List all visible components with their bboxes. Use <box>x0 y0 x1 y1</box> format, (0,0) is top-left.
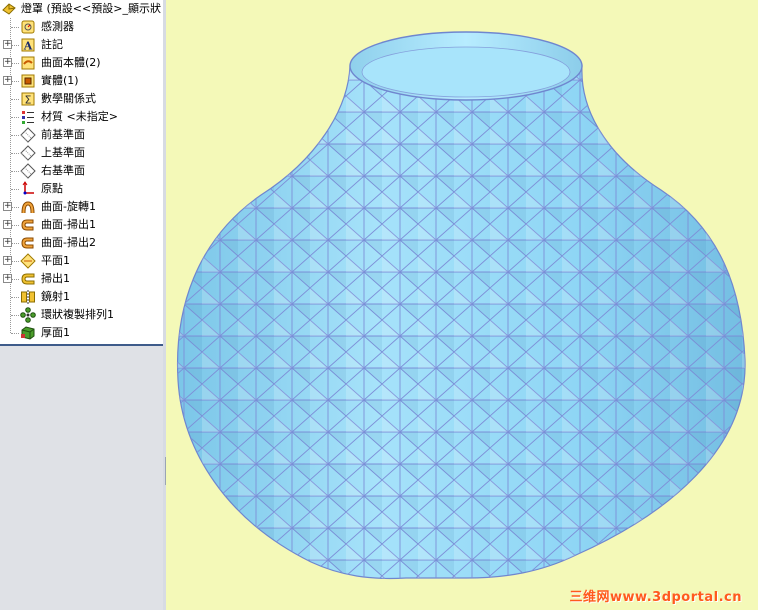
surface-revolve-icon <box>20 199 36 215</box>
vase-inner-wall <box>361 46 571 98</box>
tree-branch-line <box>11 207 19 208</box>
surface-sweep-icon <box>20 217 36 233</box>
tree-item-label: 曲面-掃出1 <box>41 218 96 231</box>
tree-branch-line <box>11 171 19 172</box>
vase-model <box>176 31 746 580</box>
tree-item-label: 原點 <box>41 182 63 195</box>
tree-branch-line <box>11 261 19 262</box>
tree-branch-line <box>11 45 19 46</box>
tree-item-label: 厚面1 <box>41 326 70 339</box>
tree-item[interactable]: 上基準面 <box>0 144 163 162</box>
tree-item[interactable]: 厚面1 <box>0 324 163 342</box>
tree-branch-line <box>11 315 19 316</box>
tree-empty-area <box>0 344 163 610</box>
plane-icon <box>20 163 36 179</box>
tree-item[interactable]: 鏡射1 <box>0 288 163 306</box>
tree-root-part[interactable]: 燈罩 (預設<<預設>_顯示狀 <box>0 0 163 18</box>
svg-text:A: A <box>23 40 33 53</box>
surface-bodies-icon <box>20 55 36 71</box>
tree-item[interactable]: + 實體(1) <box>0 72 163 90</box>
tree-item-label: 感測器 <box>41 20 74 33</box>
circular-pattern-icon <box>20 307 36 323</box>
vase-facet-pattern <box>177 66 746 579</box>
solid-bodies-icon <box>20 73 36 89</box>
feature-manager-tree: 燈罩 (預設<<預設>_顯示狀感測器 + A 註記 + 曲面本體(2) + 實體(1) Σ 數學關… <box>0 0 164 610</box>
tree-item[interactable]: + 曲面-旋轉1 <box>0 198 163 216</box>
expand-toggle-icon[interactable]: + <box>3 238 12 247</box>
tree-item-label: 實體(1) <box>41 74 79 87</box>
tree-item-label: 數學關係式 <box>41 92 96 105</box>
part-icon <box>1 1 17 17</box>
tree-branch-line <box>11 333 19 334</box>
tree-branch-line <box>11 279 19 280</box>
plane-feature-icon <box>20 253 36 269</box>
tree-branch-line <box>11 81 19 82</box>
tree-item-label: 環狀複製排列1 <box>41 308 114 321</box>
tree-item[interactable]: 原點 <box>0 180 163 198</box>
tree-branch-line <box>11 297 19 298</box>
sensor-icon <box>20 19 36 35</box>
tree-item[interactable]: + 曲面-掃出1 <box>0 216 163 234</box>
tree-item[interactable]: 環狀複製排列1 <box>0 306 163 324</box>
tree-item[interactable]: 右基準面 <box>0 162 163 180</box>
expand-toggle-icon[interactable]: + <box>3 202 12 211</box>
tree-item-label: 前基準面 <box>41 128 85 141</box>
tree-item[interactable]: + 曲面本體(2) <box>0 54 163 72</box>
origin-icon <box>20 181 36 197</box>
tree-branch-line <box>11 63 19 64</box>
tree-item[interactable]: + 掃出1 <box>0 270 163 288</box>
watermark-text: 三维网www.3dportal.cn <box>569 590 742 605</box>
tree-item-label: 曲面本體(2) <box>41 56 101 69</box>
tree-branch-line <box>11 117 19 118</box>
tree-item-label: 鏡射1 <box>41 290 70 303</box>
expand-toggle-icon[interactable]: + <box>3 256 12 265</box>
plane-icon <box>20 145 36 161</box>
expand-toggle-icon[interactable]: + <box>3 76 12 85</box>
tree-item-label: 註記 <box>41 38 63 51</box>
tree-item[interactable]: Σ 數學關係式 <box>0 90 163 108</box>
mirror-icon <box>20 289 36 305</box>
tree-item-label: 材質 <未指定> <box>41 110 118 123</box>
tree-item[interactable]: + 平面1 <box>0 252 163 270</box>
tree-item[interactable]: 感測器 <box>0 18 163 36</box>
graphics-viewport[interactable]: 三维网www.3dportal.cn <box>166 0 758 610</box>
tree-item[interactable]: + 曲面-掃出2 <box>0 234 163 252</box>
tree-item[interactable]: 材質 <未指定> <box>0 108 163 126</box>
expand-toggle-icon[interactable]: + <box>3 274 12 283</box>
tree-item-label: 掃出1 <box>41 272 70 285</box>
expand-toggle-icon[interactable]: + <box>3 220 12 229</box>
tree-branch-line <box>11 135 19 136</box>
tree-item-label: 曲面-掃出2 <box>41 236 96 249</box>
thicken-icon <box>20 325 36 341</box>
tree-branch-line <box>11 225 19 226</box>
svg-text:Σ: Σ <box>25 94 32 107</box>
tree-item-label: 曲面-旋轉1 <box>41 200 96 213</box>
plane-icon <box>20 127 36 143</box>
tree-item[interactable]: + A 註記 <box>0 36 163 54</box>
expand-toggle-icon[interactable]: + <box>3 40 12 49</box>
tree-item-label: 平面1 <box>41 254 70 267</box>
annotation-icon: A <box>20 37 36 53</box>
tree-root-label: 燈罩 (預設<<預設>_顯示狀 <box>21 2 161 15</box>
tree-branch-line <box>11 27 19 28</box>
tree-item-label: 右基準面 <box>41 164 85 177</box>
tree-branch-line <box>11 99 19 100</box>
tree-branch-line <box>11 189 19 190</box>
surface-sweep-icon <box>20 235 36 251</box>
tree-item[interactable]: 前基準面 <box>0 126 163 144</box>
tree-branch-line <box>11 153 19 154</box>
material-icon <box>20 109 36 125</box>
equations-icon: Σ <box>20 91 36 107</box>
sweep-icon <box>20 271 36 287</box>
tree-branch-line <box>11 243 19 244</box>
expand-toggle-icon[interactable]: + <box>3 58 12 67</box>
tree-item-label: 上基準面 <box>41 146 85 159</box>
